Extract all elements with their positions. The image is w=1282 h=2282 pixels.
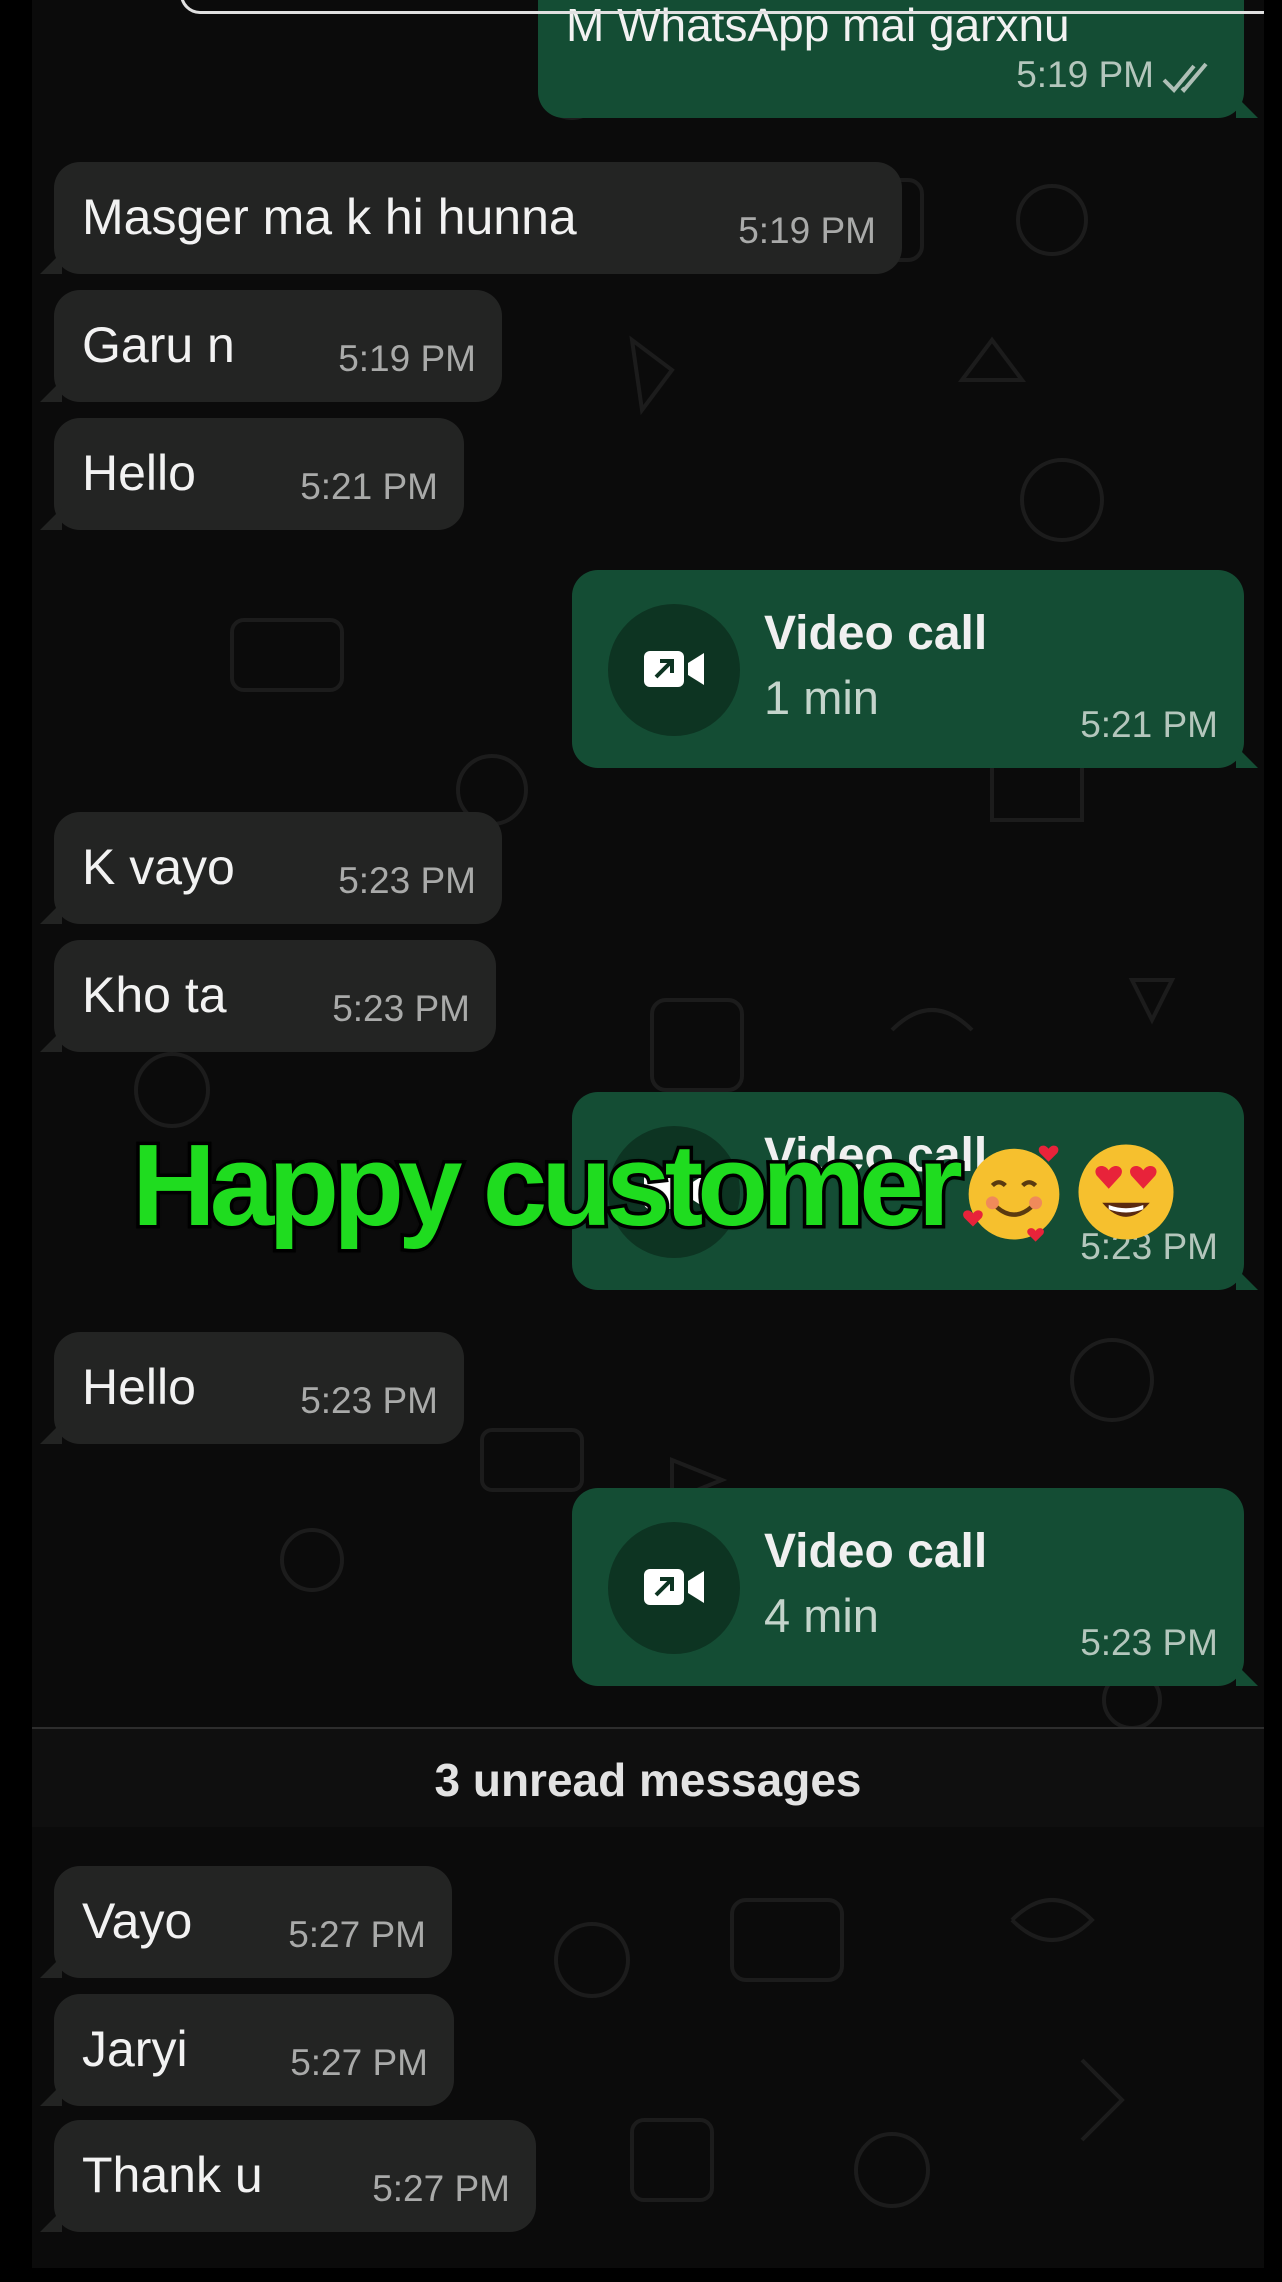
message-text: Kho ta: [82, 967, 227, 1023]
double-check-icon: [1162, 62, 1208, 93]
overlay-caption: Happy customer: [129, 1117, 967, 1254]
message-time: 5:21 PM: [1080, 704, 1218, 745]
video-call-bubble[interactable]: Video call 1 min 5:21 PM: [572, 570, 1258, 768]
message-text: K vayo: [82, 839, 235, 895]
message-bubble-outgoing[interactable]: M WhatsApp mai garxnu 5:19 PM: [538, 0, 1258, 118]
message-time: 5:23 PM: [300, 1380, 438, 1421]
message-time: 5:21 PM: [300, 466, 438, 507]
chat-screen[interactable]: M WhatsApp mai garxnu 5:19 PM Masger ma …: [32, 0, 1264, 2268]
call-title: Video call: [764, 1525, 988, 1578]
message-bubble-incoming[interactable]: Kho ta 5:23 PM: [40, 940, 496, 1052]
message-bubble-incoming[interactable]: Garu n 5:19 PM: [40, 290, 502, 402]
message-bubble-incoming[interactable]: K vayo 5:23 PM: [40, 812, 502, 924]
reply-preview-outline: [180, 0, 1264, 14]
message-text: Thank u: [82, 2147, 263, 2203]
smiling-face-with-hearts-icon: [963, 1145, 1060, 1242]
message-text: Vayo: [82, 1893, 193, 1949]
call-title: Video call: [764, 607, 988, 660]
message-text: Hello: [82, 1359, 196, 1415]
message-bubble-incoming[interactable]: Hello 5:21 PM: [40, 418, 464, 530]
message-bubble-incoming[interactable]: Thank u 5:27 PM: [40, 2120, 536, 2232]
message-time: 5:23 PM: [338, 860, 476, 901]
heart-eyes-icon: [1078, 1144, 1174, 1240]
video-call-bubble[interactable]: Video call 4 min 5:23 PM: [572, 1488, 1258, 1686]
message-text: Garu n: [82, 317, 235, 373]
message-bubble-incoming[interactable]: Jaryi 5:27 PM: [40, 1994, 454, 2106]
message-time: 5:27 PM: [290, 2042, 428, 2083]
video-call-outgoing-icon: [608, 1522, 740, 1654]
call-duration: 4 min: [764, 1589, 879, 1642]
message-text: Jaryi: [82, 2021, 188, 2077]
message-text: Hello: [82, 445, 196, 501]
message-time: 5:23 PM: [332, 988, 470, 1029]
message-bubble-incoming[interactable]: Masger ma k hi hunna 5:19 PM: [40, 162, 902, 274]
message-time: 5:19 PM: [1016, 54, 1154, 95]
message-time: 5:27 PM: [288, 1914, 426, 1955]
unread-messages-label: 3 unread messages: [434, 1754, 862, 1806]
call-duration: 1 min: [764, 671, 879, 724]
message-bubble-incoming[interactable]: Vayo 5:27 PM: [40, 1866, 452, 1978]
message-time: 5:19 PM: [738, 210, 876, 251]
message-text: Masger ma k hi hunna: [82, 189, 577, 245]
message-bubble-incoming[interactable]: Hello 5:23 PM: [40, 1332, 464, 1444]
video-call-outgoing-icon: [608, 604, 740, 736]
message-time: 5:19 PM: [338, 338, 476, 379]
message-time: 5:23 PM: [1080, 1622, 1218, 1663]
message-time: 5:27 PM: [372, 2168, 510, 2209]
